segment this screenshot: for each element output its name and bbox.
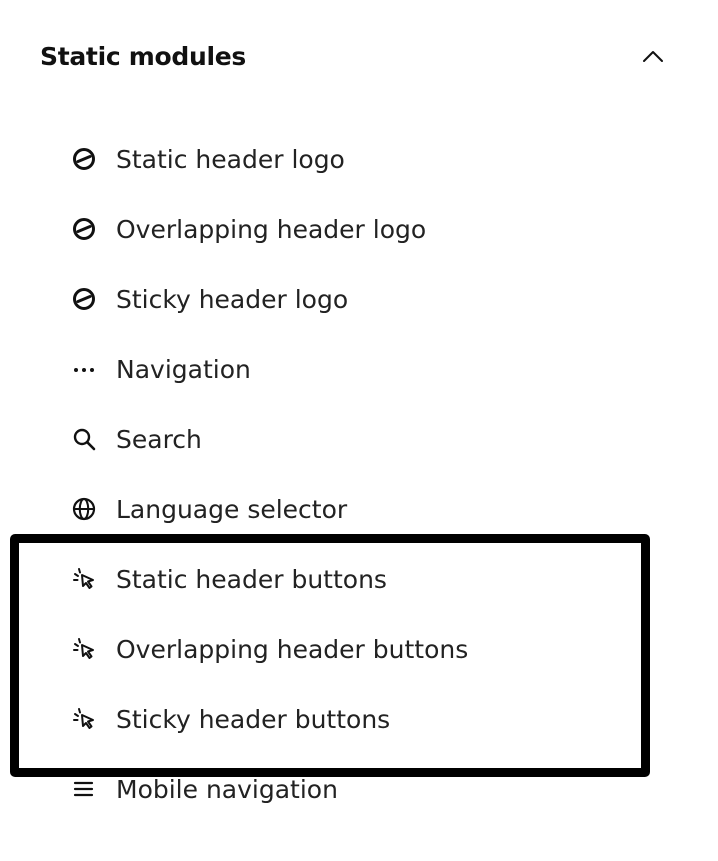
static-modules-panel: Static modules Static header logo Overla… — [0, 0, 718, 861]
module-item-overlapping-header-logo[interactable]: Overlapping header logo — [72, 194, 468, 264]
module-item-label: Sticky header logo — [116, 284, 349, 314]
module-item-static-header-logo[interactable]: Static header logo — [72, 124, 468, 194]
ellipsis-icon — [72, 355, 100, 383]
module-item-label: Overlapping header logo — [116, 214, 427, 244]
cursor-click-icon — [72, 565, 100, 593]
cursor-click-icon — [72, 705, 100, 733]
module-item-label: Search — [116, 424, 202, 454]
static-modules-section-header[interactable]: Static modules — [40, 30, 670, 82]
module-item-label: Sticky header buttons — [116, 704, 391, 734]
module-item-sticky-header-buttons[interactable]: Sticky header buttons — [72, 684, 468, 754]
menu-icon — [72, 775, 100, 803]
logo-icon — [72, 285, 100, 313]
logo-icon — [72, 145, 100, 173]
section-title: Static modules — [40, 41, 246, 71]
module-item-navigation[interactable]: Navigation — [72, 334, 468, 404]
globe-icon — [72, 495, 100, 523]
module-item-search[interactable]: Search — [72, 404, 468, 474]
module-item-label: Static header logo — [116, 144, 345, 174]
search-icon — [72, 425, 100, 453]
cursor-click-icon — [72, 635, 100, 663]
module-item-label: Navigation — [116, 354, 251, 384]
module-item-static-header-buttons[interactable]: Static header buttons — [72, 544, 468, 614]
module-item-label: Overlapping header buttons — [116, 634, 469, 664]
module-item-label: Mobile navigation — [116, 774, 338, 804]
chevron-up-icon[interactable] — [640, 43, 666, 69]
logo-icon — [72, 215, 100, 243]
module-item-label: Language selector — [116, 494, 348, 524]
module-item-language-selector[interactable]: Language selector — [72, 474, 468, 544]
module-item-label: Static header buttons — [116, 564, 387, 594]
module-item-sticky-header-logo[interactable]: Sticky header logo — [72, 264, 468, 334]
module-item-mobile-navigation[interactable]: Mobile navigation — [72, 754, 468, 824]
module-item-overlapping-header-buttons[interactable]: Overlapping header buttons — [72, 614, 468, 684]
module-list: Static header logo Overlapping header lo… — [72, 124, 468, 824]
